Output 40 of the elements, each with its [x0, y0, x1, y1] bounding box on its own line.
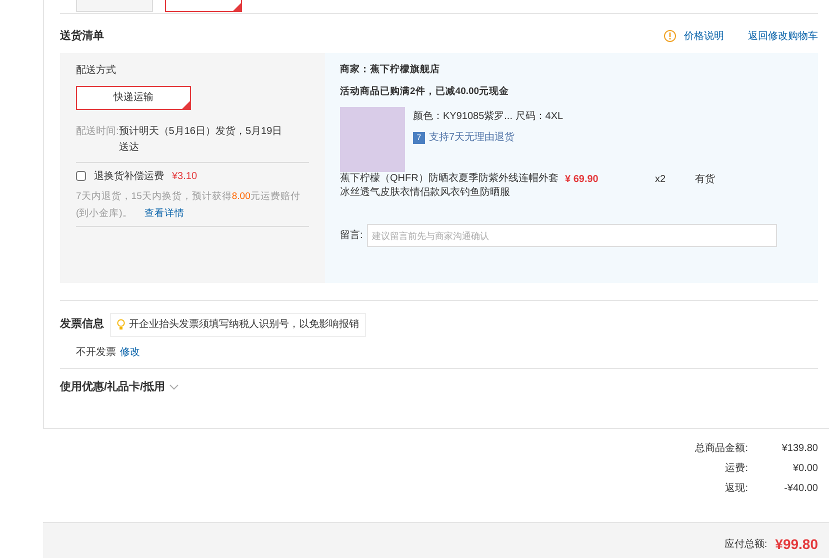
merchant-name: 商家：蕉下柠檬旗舰店	[340, 62, 441, 76]
return-badge: 7	[413, 132, 425, 144]
return-policy: 支持7天无理由退货	[429, 130, 515, 145]
delivery-time: 预计明天（5月16日）发货，5月19日送达	[118, 124, 284, 154]
invoice-edit-link[interactable]: 修改	[120, 344, 140, 360]
summary-value: -¥40.00	[783, 482, 818, 496]
chevron-icon	[169, 384, 180, 390]
lightbulb-icon	[117, 319, 125, 330]
message-label: 留言:	[340, 228, 363, 243]
summary-label: 返现:	[724, 482, 748, 496]
total-label: 应付总额:	[724, 538, 768, 552]
invoice-tip-text: 开企业抬头发票须填写纳税人识别号，以免影响报销	[129, 318, 359, 332]
shipping-method[interactable]: 快递运输	[76, 86, 191, 110]
insurance-checkbox[interactable]	[76, 171, 86, 181]
total-value: ¥99.80	[775, 537, 818, 551]
message-field[interactable]: 建议留言前先与商家沟通确认	[366, 224, 777, 247]
header-link[interactable]: 返回修改购物车	[748, 28, 818, 44]
product-attrs: 颜色：KY91085紫罗... 尺码：4XL	[413, 110, 564, 124]
invoice-value: 不开发票	[76, 346, 116, 360]
delivery-title: 配送方式	[76, 64, 117, 78]
summary-value: ¥0.00	[792, 462, 818, 476]
insurance-note: 7天内退货，15天内换货，预计获得8.00元运费赔付(到小金库)。 查看详情	[76, 188, 309, 226]
insurance-price: ¥3.10	[172, 170, 198, 184]
summary-value: ¥139.80	[780, 442, 818, 456]
delivery-time-label: 配送时间:	[76, 124, 119, 138]
invoice-title: 发票信息	[60, 316, 104, 332]
section-title: 送货清单	[60, 28, 104, 44]
photo-placeholder	[340, 107, 405, 172]
summary-label: 总商品金额:	[694, 442, 748, 456]
product-name: 蕉下柠檬（QHFR）防晒衣夏季防紫外线连帽外套冰丝透气皮肤衣情侣款风衣钓鱼防晒服	[340, 172, 560, 200]
info-icon	[664, 30, 676, 42]
coupon-toggle[interactable]: 使用优惠/礼品卡/抵用	[60, 378, 180, 395]
promo-text: 活动商品已购满2件，已减40.00元现金	[340, 84, 510, 99]
summary-label: 运费:	[724, 462, 748, 476]
stock-status: 有货	[695, 173, 715, 187]
insurance-label: 退换货补偿运费	[94, 170, 164, 184]
product-price: ¥ 69.90	[565, 173, 600, 187]
header-link[interactable]: 价格说明	[684, 28, 724, 44]
product-quantity: x2	[655, 173, 667, 187]
details-link[interactable]: 查看详情	[144, 208, 184, 218]
